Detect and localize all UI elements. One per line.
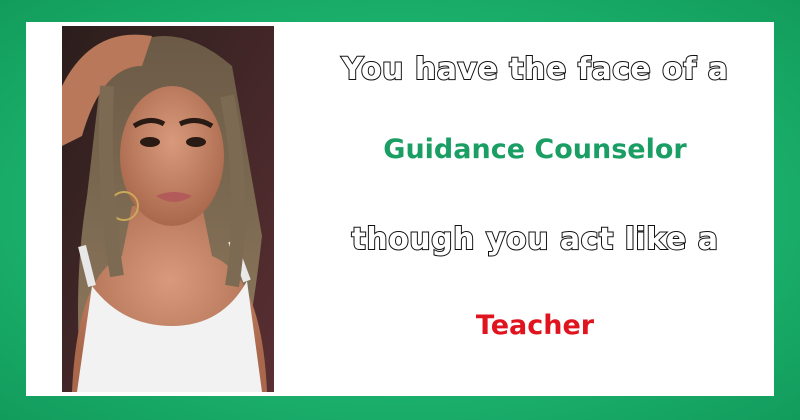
photo-card: [26, 22, 296, 396]
middle-line: though you act like a: [351, 221, 719, 258]
intro-line: You have the face of a: [340, 51, 729, 88]
act-role-label: Teacher: [475, 310, 595, 341]
result-text-card: You have the face of a Guidance Counselo…: [296, 22, 774, 396]
portrait-photo: [62, 26, 274, 392]
result-card-page: { "line_intro": "You have the face of a"…: [0, 0, 800, 420]
face-role-label: Guidance Counselor: [383, 134, 687, 165]
